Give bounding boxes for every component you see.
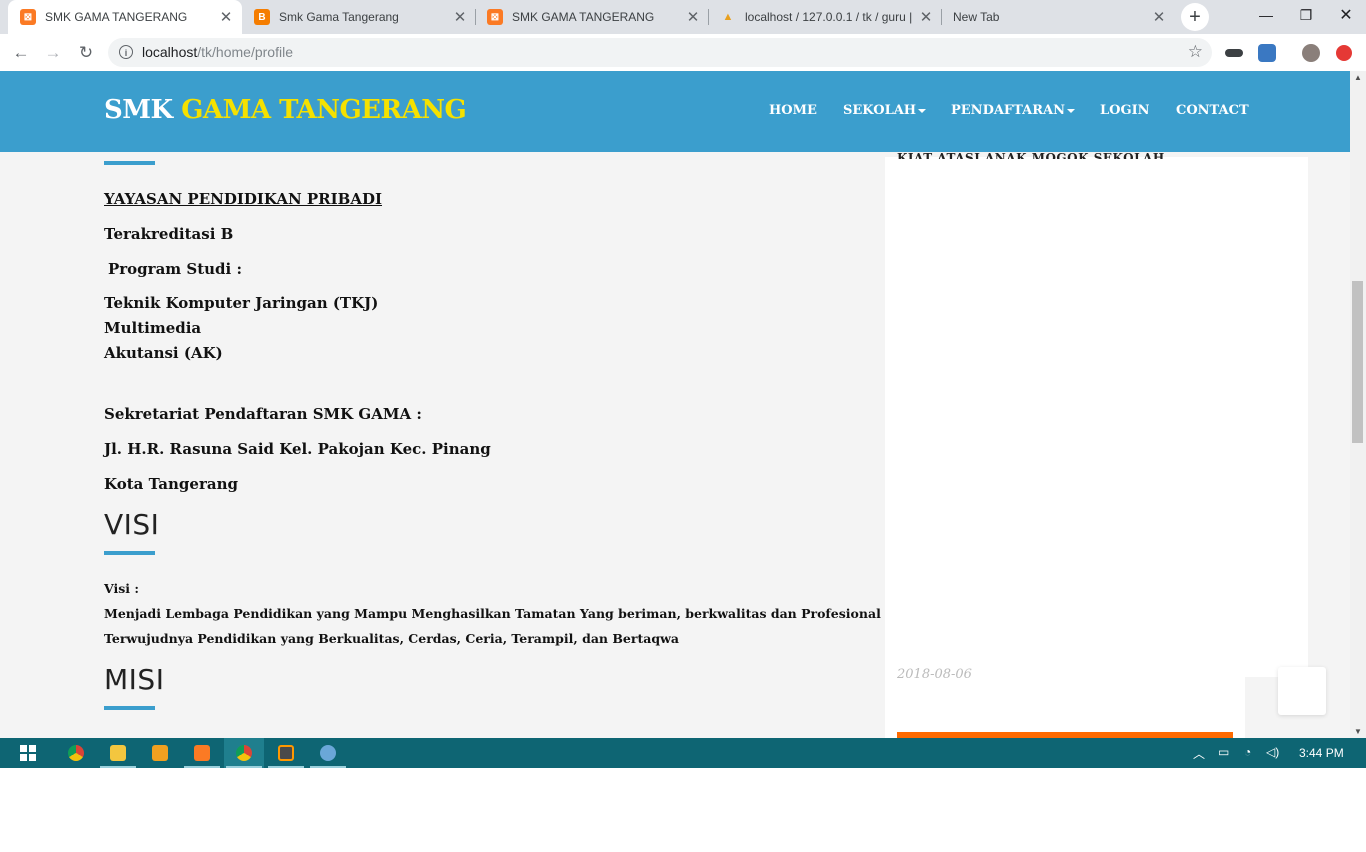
url-text[interactable]: localhost/tk/home/profile: [142, 44, 293, 60]
visi-heading: VISI: [104, 508, 160, 541]
volume-icon[interactable]: ◁): [1266, 745, 1279, 759]
nav-label: SEKOLAH: [843, 103, 917, 118]
bookmark-star-icon[interactable]: ☆: [1188, 42, 1203, 62]
sidebar-article-title[interactable]: KIAT ATASI ANAK MOGOK SEKOLAH: [897, 151, 1165, 159]
visi-line: Terwujudnya Pendidikan yang Berkualitas,…: [104, 631, 679, 646]
address-text: Jl. H.R. Rasuna Said Kel. Pakojan Kec. P…: [104, 440, 491, 458]
tab-label: New Tab: [953, 10, 1000, 24]
nav-login[interactable]: LOGIN: [1100, 103, 1150, 118]
program-item: Akutansi (AK): [104, 344, 223, 362]
incognito-extension-icon[interactable]: [1225, 49, 1243, 57]
new-tab-button[interactable]: +: [1181, 3, 1209, 31]
nav-label: HOME: [769, 103, 817, 118]
caret-down-icon: [1066, 108, 1075, 113]
sidebar-panel: [885, 157, 1308, 677]
program-item: Multimedia: [104, 319, 202, 337]
battery-icon[interactable]: ▭: [1218, 745, 1229, 759]
caret-down-icon: [918, 108, 927, 113]
scroll-down-arrow-icon[interactable]: ▼: [1354, 727, 1362, 736]
close-window-icon[interactable]: ✕: [1323, 0, 1366, 30]
visi-line: Menjadi Lembaga Pendidikan yang Mampu Me…: [104, 606, 881, 621]
info-icon[interactable]: i: [119, 45, 133, 59]
update-icon[interactable]: [1336, 45, 1352, 61]
page-scrollbar[interactable]: ▲ ▼: [1350, 71, 1366, 738]
yayasan-text: YAYASAN PENDIDIKAN PRIBADI: [104, 190, 383, 208]
chevron-up-icon[interactable]: ︿: [1193, 745, 1205, 762]
forward-arrow-icon[interactable]: →: [41, 41, 65, 65]
close-icon[interactable]: ✕: [218, 8, 234, 26]
taskbar-clock[interactable]: 3:44 PM: [1299, 746, 1344, 760]
akreditasi-text: Terakreditasi B: [104, 225, 234, 243]
city-text: Kota Tangerang: [104, 475, 238, 493]
sidebar-article-date: 2018-08-06: [897, 667, 972, 682]
visi-label: Visi :: [104, 581, 139, 596]
sidebar-panel-lower: [885, 677, 1245, 738]
tab-smk-gama[interactable]: ⊠ SMK GAMA TANGERANG ✕: [475, 0, 709, 34]
xampp-icon[interactable]: [182, 738, 222, 768]
blogger-icon: B: [254, 9, 270, 25]
phpmyadmin-icon: ▲: [722, 11, 734, 23]
wifi-icon[interactable]: ◔: [1244, 745, 1251, 759]
back-arrow-icon[interactable]: ←: [9, 41, 33, 65]
profile-avatar[interactable]: [1302, 44, 1320, 62]
visi-accent-bar: [104, 551, 155, 555]
web-page: SMK GAMA TANGERANG HOME SEKOLAH PENDAFTA…: [0, 71, 1350, 738]
windows-start-icon[interactable]: [8, 738, 48, 768]
close-icon[interactable]: ✕: [1151, 8, 1167, 26]
program-item: Teknik Komputer Jaringan (TKJ): [104, 294, 379, 312]
browser-tab-strip: ⊠ SMK GAMA TANGERANG ✕ B Smk Gama Tanger…: [0, 0, 1366, 34]
xampp-icon: ⊠: [20, 9, 36, 25]
sekretariat-heading: Sekretariat Pendaftaran SMK GAMA :: [104, 405, 422, 423]
nav-home[interactable]: HOME: [769, 103, 817, 118]
scroll-thumb[interactable]: [1352, 281, 1363, 443]
paint-icon[interactable]: [308, 738, 348, 768]
xampp-icon: ⊠: [487, 9, 503, 25]
tab-blogger[interactable]: B Smk Gama Tangerang ✕: [242, 0, 476, 34]
section-accent-bar: [104, 161, 155, 165]
nav-label: PENDAFTARAN: [951, 103, 1065, 118]
tab-smk-gama-active[interactable]: ⊠ SMK GAMA TANGERANG ✕: [8, 0, 242, 34]
chrome-icon[interactable]: [56, 738, 96, 768]
brand-highlight: GAMA TANGERANG: [181, 95, 467, 125]
url-host: localhost: [142, 44, 198, 60]
windows-taskbar: ︿ ▭ ◔ ◁) 3:44 PM: [0, 738, 1366, 768]
close-icon[interactable]: ✕: [452, 8, 468, 26]
close-icon[interactable]: ✕: [685, 8, 701, 26]
tab-label: Smk Gama Tangerang: [279, 10, 399, 24]
close-icon[interactable]: ✕: [918, 8, 934, 26]
media-player-icon[interactable]: [140, 738, 180, 768]
browser-toolbar: ← → ↻ i localhost/tk/home/profile ☆: [0, 34, 1366, 72]
nav-pendaftaran[interactable]: PENDAFTARAN: [951, 103, 1075, 118]
address-bar[interactable]: i localhost/tk/home/profile ☆: [108, 38, 1212, 67]
reload-icon[interactable]: ↻: [74, 41, 98, 65]
site-brand[interactable]: SMK GAMA TANGERANG: [104, 95, 467, 125]
nav-contact[interactable]: CONTACT: [1176, 103, 1249, 118]
site-navbar: SMK GAMA TANGERANG HOME SEKOLAH PENDAFTA…: [0, 71, 1350, 152]
chrome-icon[interactable]: [224, 738, 264, 768]
tab-label: localhost / 127.0.0.1 / tk / guru |: [745, 10, 913, 24]
scroll-up-arrow-icon[interactable]: ▲: [1354, 73, 1362, 82]
nav-sekolah[interactable]: SEKOLAH: [843, 103, 927, 118]
misi-heading: MISI: [104, 663, 165, 696]
tab-phpmyadmin[interactable]: ▲ localhost / 127.0.0.1 / tk / guru | ✕: [708, 0, 942, 34]
tab-new-tab[interactable]: New Tab ✕: [941, 0, 1175, 34]
program-heading: Program Studi :: [108, 260, 243, 278]
tab-label: SMK GAMA TANGERANG: [512, 10, 655, 24]
nav-label: LOGIN: [1100, 103, 1150, 118]
file-explorer-icon[interactable]: [98, 738, 138, 768]
sublime-text-icon[interactable]: [266, 738, 306, 768]
floating-widget[interactable]: [1278, 667, 1326, 715]
nav-label: CONTACT: [1176, 103, 1249, 118]
brand-white: SMK: [104, 95, 173, 125]
url-path: /tk/home/profile: [197, 44, 293, 60]
misi-accent-bar: [104, 706, 155, 710]
tab-label: SMK GAMA TANGERANG: [45, 10, 188, 24]
extension-icon[interactable]: [1258, 44, 1276, 62]
